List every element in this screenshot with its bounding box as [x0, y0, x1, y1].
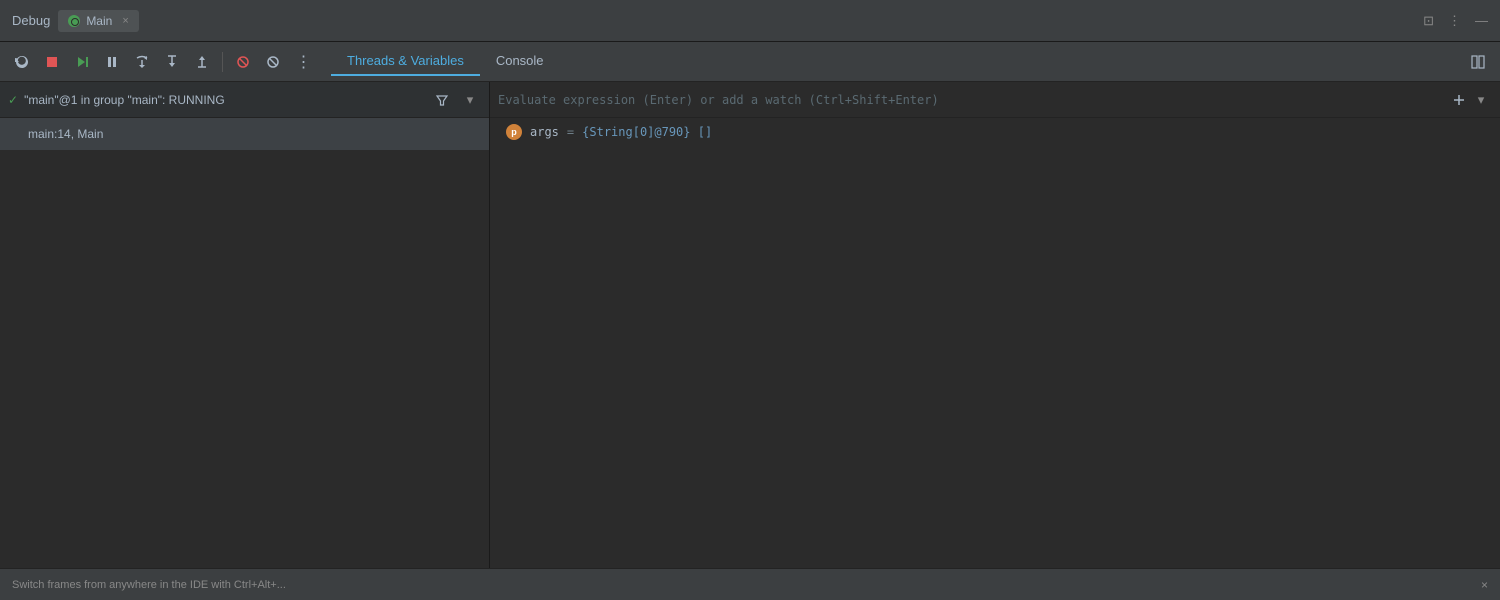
step-over-icon — [134, 54, 150, 70]
step-into-button[interactable] — [158, 48, 186, 76]
threads-panel: ✓ "main"@1 in group "main": RUNNING ▾ ma… — [0, 82, 490, 568]
expression-input[interactable] — [498, 93, 1448, 107]
layout-button[interactable] — [1464, 48, 1492, 76]
expand-icon: ▾ — [467, 92, 474, 108]
expression-bar: ▾ — [490, 82, 1500, 118]
thread-expand-button[interactable]: ▾ — [459, 89, 481, 111]
status-message: Switch frames from anywhere in the IDE w… — [12, 579, 286, 591]
tab-label: Main — [86, 14, 112, 28]
variable-equals: = — [567, 125, 574, 139]
stop-icon — [44, 54, 60, 70]
restart-button[interactable] — [8, 48, 36, 76]
expand-vars-button[interactable]: ▾ — [1470, 89, 1492, 111]
resume-button[interactable] — [68, 48, 96, 76]
more-options-button[interactable]: ⋮ — [289, 48, 317, 76]
tab-green-icon — [68, 15, 80, 27]
minimize-icon[interactable]: — — [1475, 13, 1488, 28]
add-watch-icon — [1451, 92, 1467, 108]
thread-frame[interactable]: main:14, Main — [0, 118, 489, 150]
pause-button[interactable] — [98, 48, 126, 76]
toolbar-separator-1 — [222, 52, 223, 72]
debug-tabs: Threads & Variables Console — [331, 47, 1462, 76]
tab-close-button[interactable]: × — [122, 15, 128, 27]
thread-check-icon: ✓ — [8, 93, 18, 107]
step-over-button[interactable] — [128, 48, 156, 76]
variable-row-args: p args = {String[0]@790} [] — [490, 118, 1500, 146]
thread-header: ✓ "main"@1 in group "main": RUNNING ▾ — [0, 82, 489, 118]
thread-name: "main"@1 in group "main": RUNNING — [24, 93, 425, 107]
menu-icon[interactable]: ⋮ — [1448, 13, 1461, 29]
variables-panel: ▾ p args = {String[0]@790} [] — [490, 82, 1500, 568]
tab-threads-variables[interactable]: Threads & Variables — [331, 47, 480, 76]
thread-filter-button[interactable] — [431, 89, 453, 111]
main-content: ✓ "main"@1 in group "main": RUNNING ▾ ma… — [0, 82, 1500, 568]
add-watch-button[interactable] — [1448, 89, 1470, 111]
status-bar: Switch frames from anywhere in the IDE w… — [0, 568, 1500, 600]
toolbar-right — [1464, 48, 1492, 76]
tab-console[interactable]: Console — [480, 47, 560, 76]
variable-name: args — [530, 125, 559, 139]
layout-icon — [1470, 54, 1486, 70]
resume-icon — [74, 54, 90, 70]
status-close-button[interactable]: × — [1481, 578, 1488, 592]
frame-label: main:14, Main — [28, 127, 103, 141]
variables-list: p args = {String[0]@790} [] — [490, 118, 1500, 146]
mute-breakpoints-icon — [235, 54, 251, 70]
variable-type-icon: p — [506, 124, 522, 140]
mute-breakpoints-button[interactable] — [229, 48, 257, 76]
title-bar-left: Debug Main × — [12, 10, 139, 32]
toolbar: ⋮ Threads & Variables Console — [0, 42, 1500, 82]
expand-vars-icon: ▾ — [1478, 92, 1485, 108]
main-tab[interactable]: Main × — [58, 10, 138, 32]
restore-icon[interactable]: ⊡ — [1423, 13, 1434, 29]
more-options-icon: ⋮ — [296, 52, 311, 72]
mute-icon — [265, 54, 281, 70]
debug-label: Debug — [12, 13, 50, 28]
step-out-button[interactable] — [188, 48, 216, 76]
step-into-icon — [164, 54, 180, 70]
mute-button[interactable] — [259, 48, 287, 76]
pause-icon — [104, 54, 120, 70]
stop-button[interactable] — [38, 48, 66, 76]
filter-icon — [435, 93, 449, 107]
variable-value: {String[0]@790} [] — [582, 125, 712, 139]
title-bar: Debug Main × ⊡ ⋮ — — [0, 0, 1500, 42]
restart-icon — [14, 54, 30, 70]
title-bar-right: ⊡ ⋮ — — [1423, 13, 1488, 29]
step-out-icon — [194, 54, 210, 70]
